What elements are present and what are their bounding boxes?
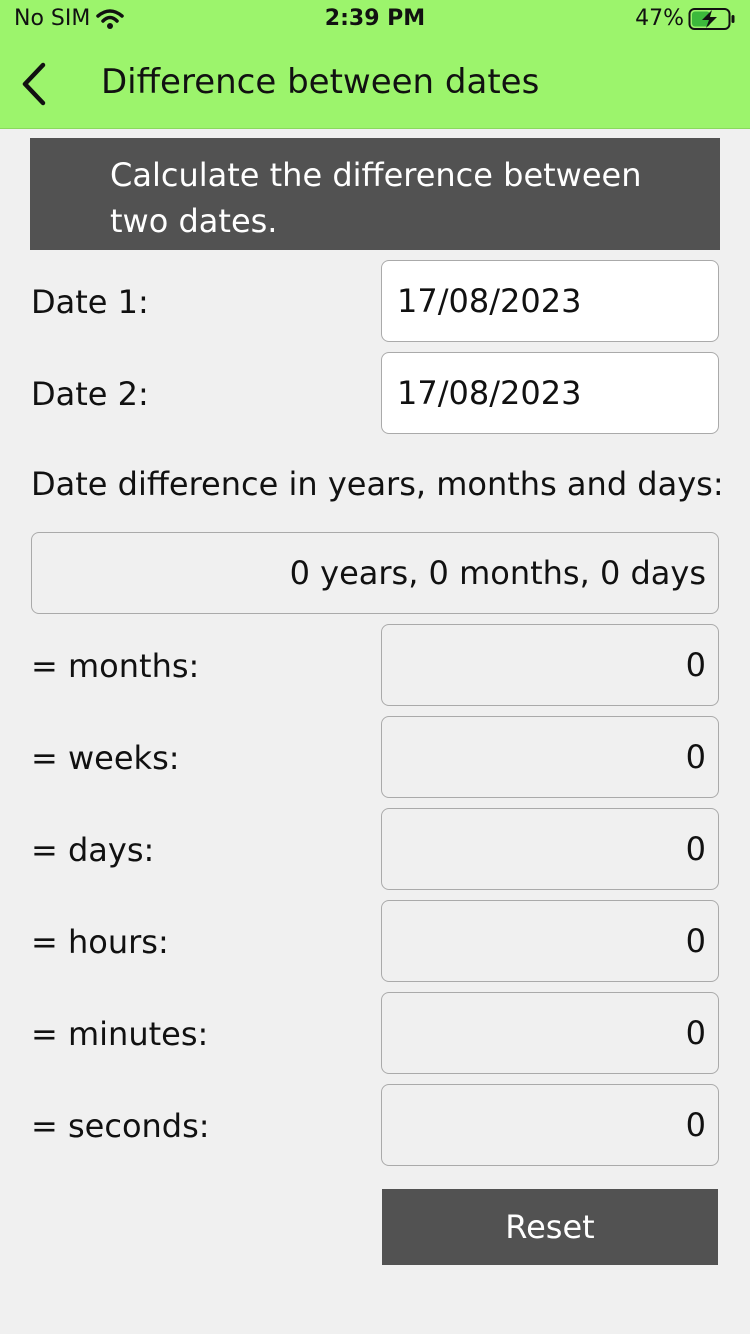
seconds-label: = seconds: xyxy=(31,1107,210,1145)
carrier-label: No SIM xyxy=(14,6,91,31)
wifi-icon xyxy=(96,8,125,29)
chevron-left-icon xyxy=(22,62,46,106)
battery-charging-icon xyxy=(688,7,735,30)
minutes-label: = minutes: xyxy=(31,1015,209,1053)
date2-field[interactable]: 17/08/2023 xyxy=(381,352,719,434)
seconds-field: 0 xyxy=(381,1084,719,1166)
date1-field[interactable]: 17/08/2023 xyxy=(381,260,719,342)
date1-label: Date 1: xyxy=(31,283,149,321)
info-banner: Calculate the difference between two dat… xyxy=(30,138,720,250)
back-button[interactable] xyxy=(14,58,54,110)
date2-label: Date 2: xyxy=(31,375,149,413)
reset-button[interactable]: Reset xyxy=(382,1189,718,1265)
weeks-label: = weeks: xyxy=(31,739,180,777)
minutes-field: 0 xyxy=(381,992,719,1074)
battery-percent: 47% xyxy=(635,6,684,31)
days-label: = days: xyxy=(31,831,155,869)
status-battery-group: 47% xyxy=(635,6,736,31)
days-field: 0 xyxy=(381,808,719,890)
hours-field: 0 xyxy=(381,900,719,982)
status-carrier-group: No SIM xyxy=(14,6,125,31)
months-label: = months: xyxy=(31,647,200,685)
page-title: Difference between dates xyxy=(101,62,540,102)
weeks-field: 0 xyxy=(381,716,719,798)
months-field: 0 xyxy=(381,624,719,706)
difference-ymd-field: 0 years, 0 months, 0 days xyxy=(31,532,719,614)
difference-label: Date difference in years, months and day… xyxy=(31,465,724,503)
nav-header: No SIM 2:39 PM 47% Difference between da… xyxy=(0,0,750,129)
hours-label: = hours: xyxy=(31,923,169,961)
